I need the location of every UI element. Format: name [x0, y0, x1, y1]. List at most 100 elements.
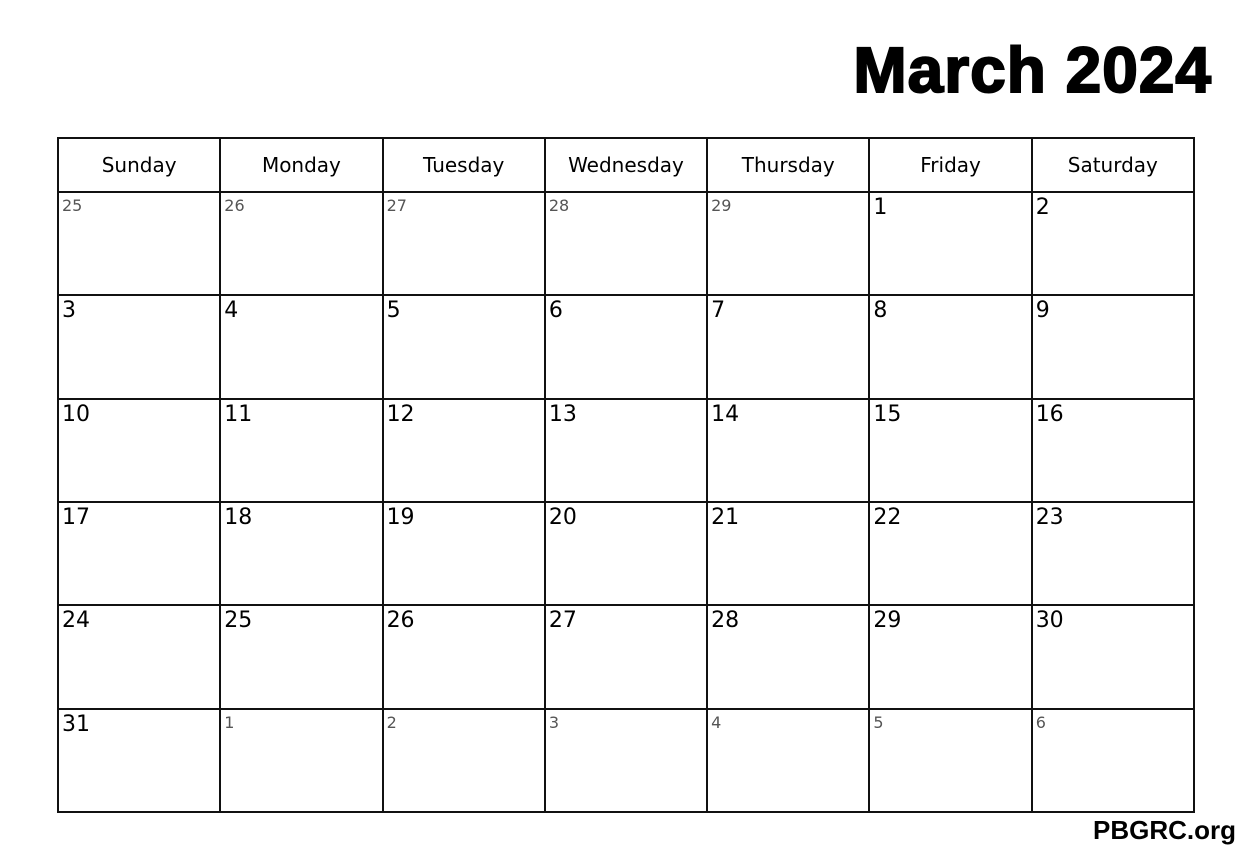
day-cell[interactable]: 11	[219, 397, 384, 503]
day-cell[interactable]: 27	[543, 604, 709, 710]
day-number: 2	[1035, 195, 1050, 220]
weekday-header: Sunday	[56, 137, 222, 193]
week-row: 3 4 5 6 7 8 9	[56, 294, 1196, 400]
day-cell[interactable]: 2	[1030, 190, 1196, 297]
day-number: 25	[62, 196, 83, 215]
day-cell-other-month[interactable]: 28	[543, 190, 709, 297]
day-number: 27	[386, 196, 407, 215]
weekday-header: Saturday	[1030, 137, 1196, 193]
day-number: 14	[711, 401, 740, 427]
day-cell[interactable]: 18	[219, 500, 384, 607]
calendar-title: March 2024	[852, 34, 1212, 106]
day-number: 31	[62, 711, 90, 737]
day-number: 20	[548, 504, 577, 530]
day-cell-other-month[interactable]: 1	[219, 707, 384, 814]
day-cell[interactable]: 6	[543, 294, 709, 400]
day-cell[interactable]: 7	[706, 294, 871, 400]
day-cell-other-month[interactable]: 5	[868, 707, 1033, 814]
day-number: 10	[62, 401, 90, 427]
day-number: 3	[548, 712, 560, 732]
weekday-header: Wednesday	[543, 137, 709, 193]
week-row: 17 18 19 20 21 22 23	[56, 500, 1196, 607]
day-number: 28	[711, 608, 740, 634]
day-cell[interactable]: 9	[1030, 294, 1196, 400]
day-cell-other-month[interactable]: 2	[381, 707, 546, 814]
site-watermark: PBGRC.org	[1093, 815, 1236, 845]
day-cell[interactable]: 8	[868, 294, 1033, 400]
day-cell[interactable]: 5	[381, 294, 546, 400]
week-row: 24 25 26 27 28 29 30	[56, 604, 1196, 710]
calendar-grid: Sunday Monday Tuesday Wednesday Thursday Frid…	[56, 137, 1196, 814]
day-cell[interactable]: 25	[219, 604, 384, 710]
day-number: 5	[873, 712, 884, 732]
day-number: 1	[224, 712, 235, 732]
day-cell[interactable]: 29	[868, 604, 1033, 710]
day-number: 9	[1035, 298, 1050, 324]
day-cell[interactable]: 31	[56, 707, 222, 814]
day-number: 16	[1035, 401, 1064, 427]
day-number: 23	[1035, 504, 1064, 530]
day-number: 13	[548, 401, 577, 427]
day-cell[interactable]: 20	[543, 500, 709, 607]
day-cell-other-month[interactable]: 29	[706, 190, 871, 297]
day-number: 24	[62, 608, 90, 634]
day-number: 29	[711, 196, 732, 215]
week-row: 25 26 27 28 29 1 2	[56, 190, 1196, 297]
day-cell[interactable]: 26	[381, 604, 546, 710]
day-number: 18	[224, 504, 253, 530]
day-number: 21	[711, 504, 740, 530]
day-cell-other-month[interactable]: 3	[543, 707, 709, 814]
day-cell[interactable]: 1	[868, 190, 1033, 297]
day-cell[interactable]: 19	[381, 500, 546, 607]
day-cell-other-month[interactable]: 26	[219, 190, 384, 297]
day-cell[interactable]: 12	[381, 397, 546, 503]
weekday-header-row: Sunday Monday Tuesday Wednesday Thursday Frid…	[56, 137, 1196, 193]
day-cell[interactable]: 3	[56, 294, 222, 400]
day-number: 5	[386, 298, 401, 324]
day-number: 11	[224, 401, 253, 427]
day-number: 12	[386, 401, 415, 427]
week-row: 10 11 12 13 14 15 16	[56, 397, 1196, 503]
day-cell[interactable]: 30	[1030, 604, 1196, 710]
day-number: 22	[873, 504, 902, 530]
weekday-header: Thursday	[706, 137, 871, 193]
day-cell[interactable]: 28	[706, 604, 871, 710]
day-cell[interactable]: 4	[219, 294, 384, 400]
day-cell-other-month[interactable]: 27	[381, 190, 546, 297]
day-cell[interactable]: 15	[868, 397, 1033, 503]
day-number: 2	[386, 712, 397, 732]
day-number: 3	[62, 298, 76, 324]
day-number: 6	[548, 298, 563, 324]
day-cell[interactable]: 24	[56, 604, 222, 710]
day-cell[interactable]: 13	[543, 397, 709, 503]
day-number: 15	[873, 401, 902, 427]
day-cell[interactable]: 17	[56, 500, 222, 607]
weekday-header: Monday	[219, 137, 384, 193]
day-number: 26	[224, 196, 245, 215]
day-number: 7	[711, 298, 726, 324]
day-cell[interactable]: 22	[868, 500, 1033, 607]
weekday-header: Friday	[868, 137, 1033, 193]
day-number: 29	[873, 608, 902, 634]
day-cell-other-month[interactable]: 6	[1030, 707, 1196, 814]
day-number: 8	[873, 298, 888, 324]
day-cell-other-month[interactable]: 4	[706, 707, 871, 814]
weekday-header: Tuesday	[381, 137, 546, 193]
day-number: 19	[386, 504, 415, 530]
week-row: 31 1 2 3 4 5 6	[56, 707, 1196, 814]
day-number: 4	[711, 712, 722, 732]
day-cell[interactable]: 16	[1030, 397, 1196, 503]
day-number: 30	[1035, 608, 1064, 634]
day-number: 4	[224, 298, 239, 324]
day-cell[interactable]: 10	[56, 397, 222, 503]
day-number: 28	[548, 196, 570, 215]
day-number: 27	[548, 608, 577, 634]
day-cell[interactable]: 23	[1030, 500, 1196, 607]
day-number: 25	[224, 608, 253, 634]
day-cell[interactable]: 14	[706, 397, 871, 503]
day-cell[interactable]: 21	[706, 500, 871, 607]
day-number: 1	[873, 195, 888, 220]
day-cell-other-month[interactable]: 25	[56, 190, 222, 297]
day-number: 17	[62, 504, 90, 530]
day-number: 6	[1035, 712, 1046, 732]
